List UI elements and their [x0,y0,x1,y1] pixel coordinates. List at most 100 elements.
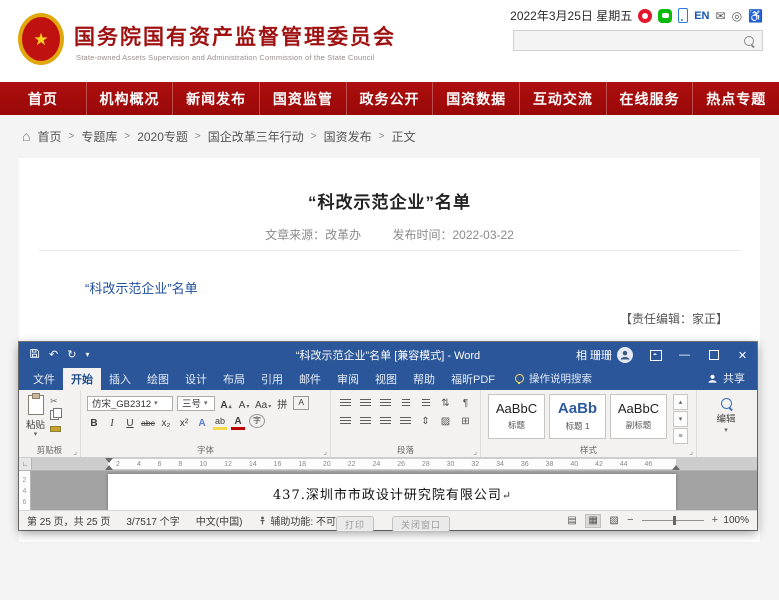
nav-item-home[interactable]: 首页 [0,82,87,115]
dialog-launcher-icon[interactable]: ⌟ [323,448,327,456]
nav-item-topics[interactable]: 热点专题 [693,82,779,115]
qat-customize-icon[interactable]: ▾ [85,351,89,359]
tell-me-search[interactable]: 操作说明搜索 [515,371,592,390]
font-color-icon[interactable]: A [231,412,245,430]
align-center-icon[interactable] [358,414,373,428]
save-icon[interactable] [29,348,40,362]
editing-menu-button[interactable]: 编辑 ▾ [701,394,751,434]
gallery-down-icon[interactable]: ▾ [673,411,688,427]
tab-file[interactable]: 文件 [25,367,63,390]
zoom-out-icon[interactable]: − [627,515,633,526]
print-button[interactable]: 打印 [336,516,374,532]
hanging-indent-marker[interactable] [105,465,113,470]
bold-icon[interactable]: B [87,414,101,429]
nav-item-interaction[interactable]: 互动交流 [520,82,607,115]
search-icon[interactable] [744,36,754,46]
mobile-icon[interactable] [678,8,688,23]
status-language[interactable]: 中文(中国) [196,513,243,528]
zoom-slider-thumb[interactable] [673,516,676,525]
tab-foxit-pdf[interactable]: 福昕PDF [443,367,503,390]
align-left-icon[interactable] [338,414,353,428]
read-mode-icon[interactable]: ▤ [564,514,580,528]
media-icon[interactable]: ◎ [732,9,742,23]
paste-button[interactable]: 粘贴 ▾ [26,394,45,438]
superscript-icon[interactable]: x² [177,414,191,429]
sort-icon[interactable]: ⇅ [438,396,453,410]
tab-design[interactable]: 设计 [177,367,215,390]
crumb-2020-topics[interactable]: 2020专题 [137,128,188,145]
style-subtitle[interactable]: AaBbC 副标题 [610,394,667,439]
print-layout-icon[interactable]: ▦ [585,514,601,528]
mail-icon[interactable]: ✉ [716,9,726,23]
ribbon-display-options-button[interactable] [641,342,670,368]
dialog-launcher-icon[interactable]: ⌟ [73,448,77,456]
close-window-button[interactable]: 关闭窗口 [392,516,450,532]
bullets-icon[interactable] [338,396,353,410]
tab-help[interactable]: 帮助 [405,367,443,390]
share-button[interactable]: 共享 [707,370,757,390]
zoom-percentage[interactable]: 100% [723,515,749,526]
gallery-more-icon[interactable]: ≡ [673,428,688,444]
undo-icon[interactable]: ↶ [49,350,58,361]
crumb-reform-action[interactable]: 国企改革三年行动 [208,128,304,145]
text-effects-icon[interactable]: A [195,414,209,429]
crumb-release[interactable]: 国资发布 [324,128,372,145]
search-input[interactable] [514,31,744,50]
dialog-launcher-icon[interactable]: ⌟ [689,448,693,456]
nav-item-disclosure[interactable]: 政务公开 [347,82,434,115]
tab-draw[interactable]: 绘图 [139,367,177,390]
grow-font-icon[interactable]: A▴ [219,396,233,411]
multilevel-list-icon[interactable] [378,396,393,410]
right-indent-marker[interactable] [672,465,680,470]
status-accessibility[interactable]: 辅助功能: 不可用 [258,513,346,528]
underline-icon[interactable]: U [123,414,137,429]
shrink-font-icon[interactable]: A▾ [237,396,251,411]
strikethrough-icon[interactable]: abc [141,414,155,429]
gallery-up-icon[interactable]: ▴ [673,394,688,410]
redo-icon[interactable]: ↻ [67,350,76,361]
align-right-icon[interactable] [378,414,393,428]
highlight-color-icon[interactable]: ab [213,412,227,430]
zoom-in-icon[interactable]: + [712,515,718,526]
maximize-button[interactable] [699,342,728,368]
accessibility-icon[interactable]: ♿ [748,9,763,23]
subscript-icon[interactable]: x₂ [159,414,173,429]
increase-indent-icon[interactable] [418,396,433,410]
borders-icon[interactable]: ⊞ [458,414,473,428]
account-chip[interactable]: 相 珊珊 [568,347,641,363]
numbering-icon[interactable] [358,396,373,410]
copy-icon[interactable] [50,410,59,420]
dialog-launcher-icon[interactable]: ⌟ [473,448,477,456]
tab-mailings[interactable]: 邮件 [291,367,329,390]
character-border-icon[interactable]: A [293,396,309,410]
shading-icon[interactable]: ▨ [438,414,453,428]
nav-item-about[interactable]: 机构概况 [87,82,174,115]
tab-layout[interactable]: 布局 [215,367,253,390]
nav-item-services[interactable]: 在线服务 [607,82,694,115]
crumb-topics-lib[interactable]: 专题库 [81,128,117,145]
attachment-link[interactable]: “科改示范企业”名单 [85,278,198,297]
first-line-indent-marker[interactable] [105,458,113,463]
minimize-button[interactable]: — [670,342,699,368]
enclose-characters-icon[interactable]: 字 [249,414,265,428]
crumb-home[interactable]: 首页 [37,128,61,145]
document-page[interactable]: 437.深圳市市政设计研究院有限公司↵ [108,474,676,510]
wechat-icon[interactable] [658,9,672,23]
tab-home[interactable]: 开始 [63,367,101,390]
tab-selector-box[interactable]: ∟ [19,458,32,470]
status-word-count[interactable]: 3/7517 个字 [126,513,179,528]
italic-icon[interactable]: I [105,414,119,429]
decrease-indent-icon[interactable] [398,396,413,410]
font-name-combo[interactable]: 仿宋_GB2312▾ [87,396,173,411]
line-spacing-icon[interactable]: ⇕ [418,414,433,428]
home-icon[interactable]: ⌂ [22,129,30,143]
style-normal[interactable]: AaBbC 标题 [488,394,545,439]
close-button[interactable]: ✕ [728,342,757,368]
nav-item-supervision[interactable]: 国资监管 [260,82,347,115]
justify-icon[interactable] [398,414,413,428]
web-layout-icon[interactable]: ▧ [606,514,622,528]
tab-insert[interactable]: 插入 [101,367,139,390]
nav-item-news[interactable]: 新闻发布 [173,82,260,115]
status-page-info[interactable]: 第 25 页，共 25 页 [27,513,110,528]
tab-view[interactable]: 视图 [367,367,405,390]
